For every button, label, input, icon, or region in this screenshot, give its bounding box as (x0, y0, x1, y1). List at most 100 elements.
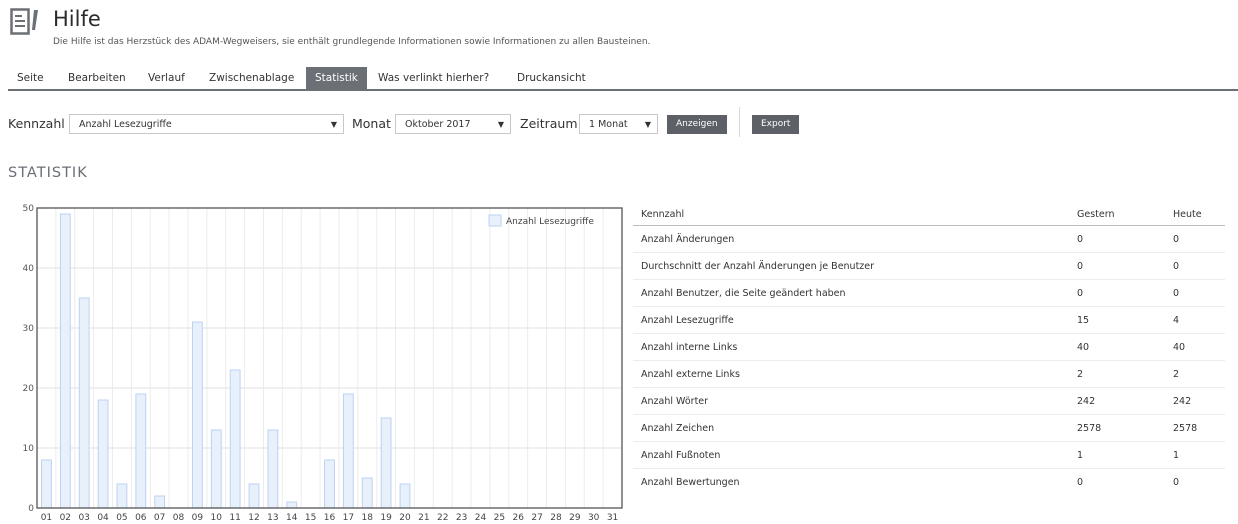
y-tick-label: 10 (23, 444, 35, 454)
anzeigen-button[interactable]: Anzeigen (667, 115, 727, 134)
bar (154, 495, 166, 509)
x-tick-label: 09 (192, 513, 204, 523)
cell-kennzahl: Durchschnitt der Anzahl Änderungen je Be… (633, 252, 1069, 280)
table-row: Anzahl Fußnoten 1 1 (633, 441, 1225, 469)
bar (399, 483, 411, 509)
zeitraum-select[interactable]: 1 Monat ▼ (579, 114, 658, 134)
export-button[interactable]: Export (752, 115, 800, 134)
x-tick-label: 24 (475, 513, 487, 523)
x-tick-label: 15 (305, 513, 316, 523)
x-tick-label: 18 (362, 513, 374, 523)
cell-heute: 40 (1165, 333, 1225, 361)
x-tick-label: 28 (550, 513, 562, 523)
cell-heute: 4 (1165, 306, 1225, 334)
x-tick-label: 11 (229, 513, 240, 523)
x-tick-label: 01 (41, 513, 52, 523)
bar (116, 483, 128, 509)
x-tick-label: 07 (154, 513, 165, 523)
cell-heute: 0 (1173, 476, 1180, 488)
x-tick-label: 13 (267, 513, 278, 523)
bar (78, 297, 90, 509)
bar (248, 483, 260, 509)
cell-gestern: 1 (1069, 441, 1165, 469)
page-header: Hilfe Die Hilfe ist das Herzstück des AD… (10, 6, 1210, 47)
chevron-down-icon: ▼ (497, 120, 504, 129)
cell-kennzahl: Anzahl Fußnoten (633, 441, 1069, 469)
tab-zwischenablage[interactable]: Zwischenablage (200, 67, 303, 89)
cell-kennzahl: Anzahl Änderungen (633, 225, 1069, 253)
x-tick-label: 20 (399, 513, 411, 523)
cell-heute: 0 (1165, 279, 1225, 307)
bar (361, 477, 373, 509)
bar (191, 321, 203, 509)
page-description: Die Hilfe ist das Herzstück des ADAM-Weg… (53, 37, 651, 47)
x-tick-label: 23 (456, 513, 467, 523)
x-tick-label: 06 (135, 513, 147, 523)
x-tick-label: 02 (60, 513, 71, 523)
x-tick-label: 16 (324, 513, 336, 523)
kennzahl-label: Kennzahl (8, 116, 65, 131)
kennzahl-select[interactable]: Anzahl Lesezugriffe ▼ (69, 114, 344, 134)
x-tick-label: 26 (512, 513, 524, 523)
zeitraum-label: Zeitraum (520, 116, 578, 131)
x-tick-label: 05 (116, 513, 127, 523)
toolbar-divider (739, 107, 740, 137)
y-tick-label: 30 (23, 324, 35, 334)
y-tick-label: 0 (28, 504, 34, 514)
tab-seite[interactable]: Seite (8, 67, 53, 89)
x-tick-label: 29 (569, 513, 581, 523)
bar (135, 393, 147, 509)
cell-gestern: 40 (1069, 333, 1165, 361)
column-header-heute: Heute (1165, 203, 1225, 226)
cell-gestern: 2578 (1069, 414, 1165, 442)
legend-swatch (488, 214, 502, 227)
table-header-row: Kennzahl Gestern Heute (633, 203, 1225, 226)
cell-heute: 0 (1165, 225, 1225, 253)
cell-heute: 2578 (1165, 414, 1225, 442)
bar (267, 429, 279, 509)
x-tick-label: 12 (248, 513, 259, 523)
zeitraum-select-value: 1 Monat (589, 119, 628, 130)
cell-heute: 2 (1165, 360, 1225, 388)
tab-was-verlinkt-hierher[interactable]: Was verlinkt hierher? (369, 67, 498, 89)
monat-select[interactable]: Oktober 2017 ▼ (395, 114, 511, 134)
cell-kennzahl: Anzahl Zeichen (633, 414, 1069, 442)
y-tick-label: 50 (23, 204, 35, 214)
x-tick-label: 31 (607, 513, 618, 523)
cell-gestern: 242 (1069, 387, 1165, 415)
table-row: Anzahl externe Links 2 2 (633, 360, 1225, 388)
cell-heute: 242 (1165, 387, 1225, 415)
table-row: Anzahl Wörter 242 242 (633, 387, 1225, 415)
cell-gestern: 0 (1069, 225, 1165, 253)
y-tick-label: 20 (23, 384, 35, 394)
bar-chart: 0 10 20 30 40 50 01 02 03 04 05 06 07 08 09 10 11 12 13 14 1… (23, 204, 623, 523)
tab-statistik[interactable]: Statistik (306, 67, 367, 89)
cell-kennzahl: Anzahl externe Links (633, 360, 1069, 388)
cell-heute: 0 (1165, 252, 1225, 280)
table-row: Anzahl Änderungen 0 0 (633, 225, 1225, 253)
x-tick-label: 04 (97, 513, 109, 523)
table-row: Anzahl Zeichen 2578 2578 (633, 414, 1225, 442)
table-row: Anzahl interne Links 40 40 (633, 333, 1225, 361)
cell-kennzahl: Anzahl Benutzer, die Seite geändert habe… (633, 279, 1069, 307)
cell-kennzahl: Anzahl Lesezugriffe (633, 306, 1069, 334)
x-tick-label: 03 (78, 513, 89, 523)
tab-bar: Seite Bearbeiten Verlauf Zwischenablage … (8, 67, 1238, 91)
tab-bearbeiten[interactable]: Bearbeiten (59, 67, 135, 89)
x-tick-label: 21 (418, 513, 429, 523)
bar (229, 369, 241, 509)
bar (59, 213, 71, 509)
tab-verlauf[interactable]: Verlauf (139, 67, 194, 89)
bar (97, 399, 109, 509)
x-tick-label: 14 (286, 513, 298, 523)
table-row: Anzahl Benutzer, die Seite geändert habe… (633, 279, 1225, 307)
y-tick-label: 40 (23, 264, 35, 274)
cell-gestern: 0 (1069, 279, 1165, 307)
cell-gestern: 0 (1077, 476, 1084, 488)
x-tick-label: 22 (437, 513, 448, 523)
tab-druckansicht[interactable]: Druckansicht (508, 67, 595, 89)
cell-gestern: 2 (1069, 360, 1165, 388)
cell-gestern: 15 (1069, 306, 1165, 334)
table-row: Anzahl Lesezugriffe 15 4 (633, 306, 1225, 334)
filter-toolbar: Kennzahl Anzahl Lesezugriffe ▼ Monat Okt… (8, 107, 1228, 137)
